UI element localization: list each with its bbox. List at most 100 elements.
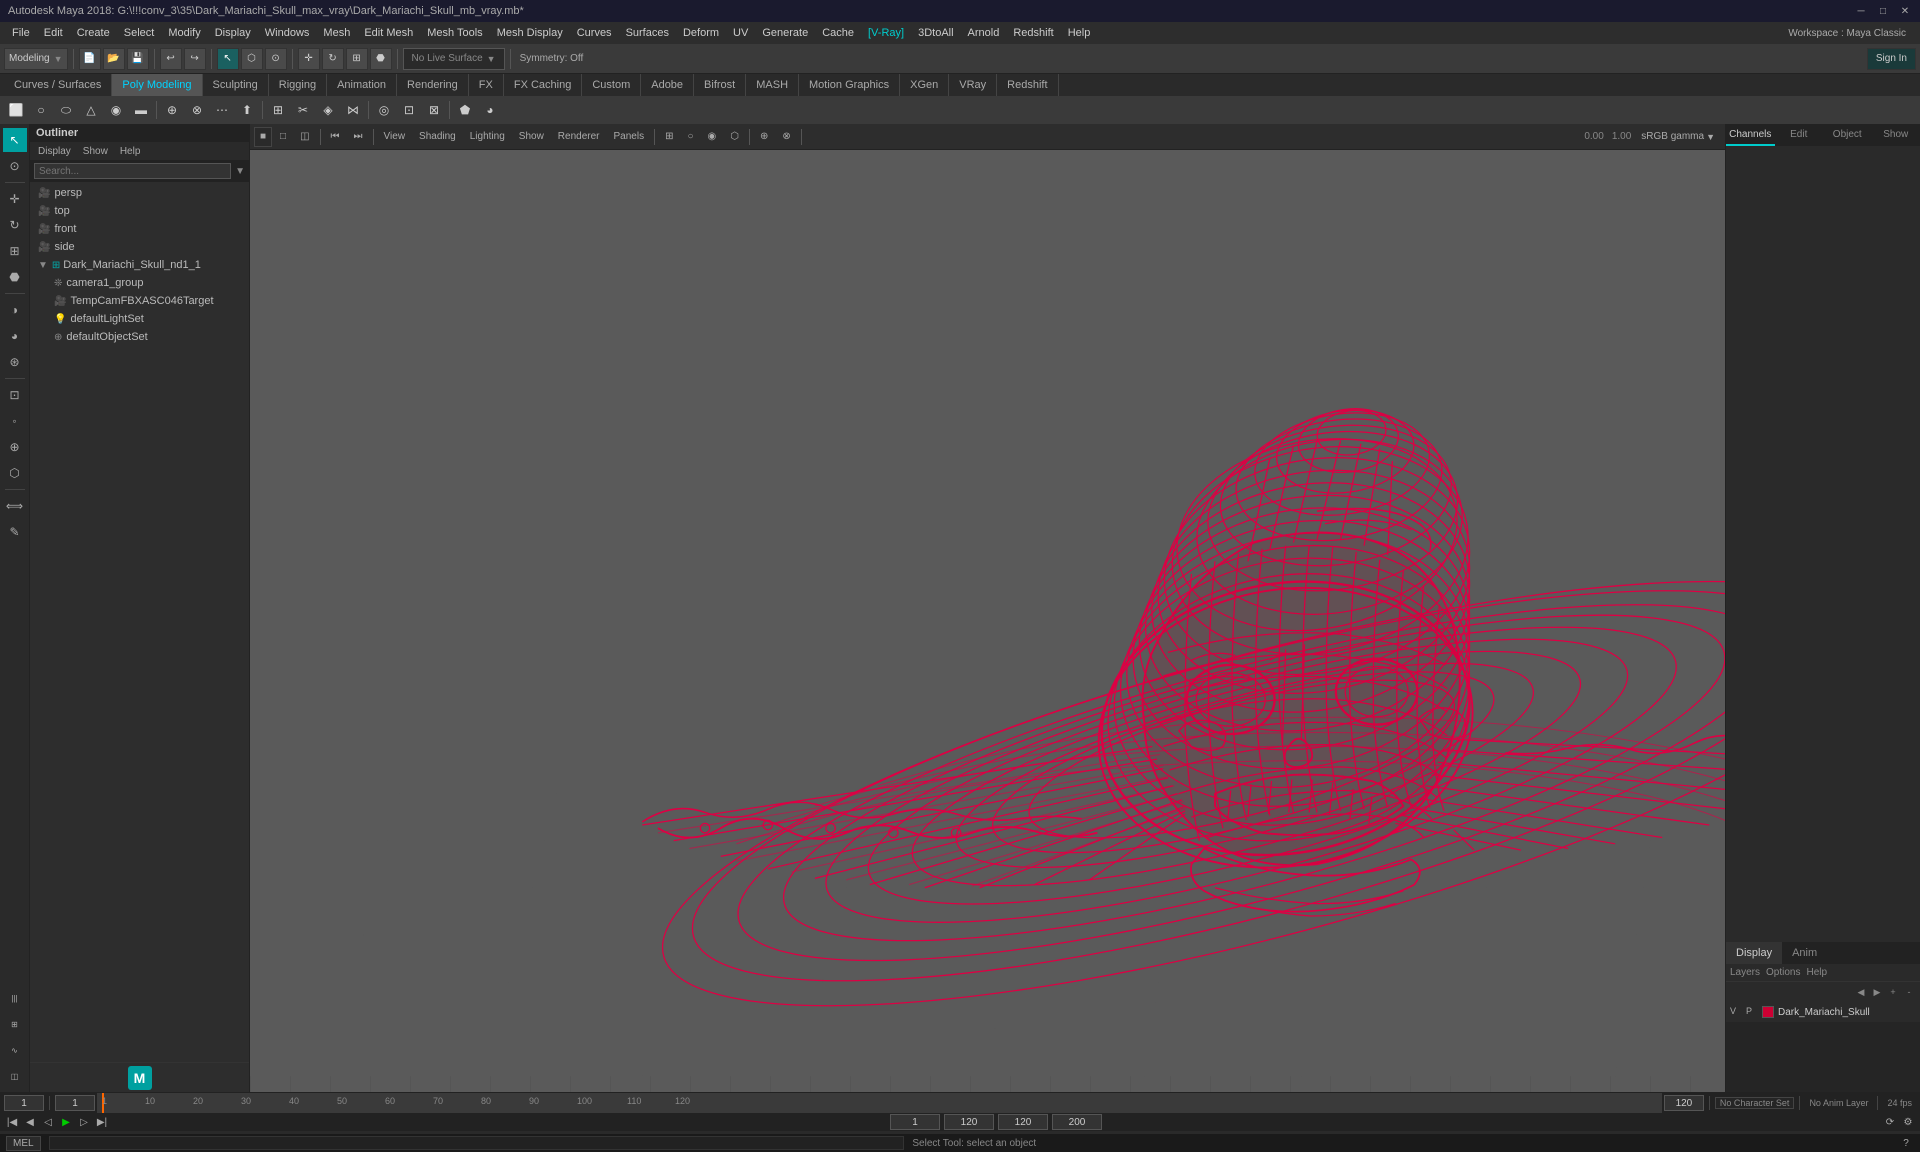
shelf-sculpt[interactable]: ◕ <box>478 99 502 121</box>
anim-start-input[interactable] <box>890 1114 940 1130</box>
shelf-separate[interactable]: ⊗ <box>185 99 209 121</box>
shelf-extrude[interactable]: ⬆ <box>235 99 259 121</box>
minimize-btn[interactable]: ─ <box>1854 4 1868 18</box>
tool-snap-surface[interactable]: ⬡ <box>3 461 27 485</box>
vp-shading-btn[interactable]: ■ <box>254 127 272 147</box>
tab-bifrost[interactable]: Bifrost <box>694 74 746 96</box>
viewport-canvas[interactable]: front persp x y z <box>250 150 1725 1092</box>
tab-fx[interactable]: FX <box>469 74 504 96</box>
outliner-item-lightset[interactable]: 💡 defaultLightSet <box>30 310 249 328</box>
vp-wireframe-btn[interactable]: □ <box>274 127 292 147</box>
shading-menu[interactable]: Shading <box>413 127 462 147</box>
tab-custom[interactable]: Custom <box>582 74 641 96</box>
menu-mesh-display[interactable]: Mesh Display <box>491 25 569 41</box>
menu-arnold[interactable]: Arnold <box>962 25 1006 41</box>
outliner-tab-help[interactable]: Help <box>116 146 145 157</box>
tool-channels[interactable]: ||| <box>3 986 27 1010</box>
layer-prev-btn[interactable]: ◀ <box>1854 985 1868 999</box>
step-back-btn[interactable]: ◀ <box>22 1115 38 1129</box>
lighting-menu[interactable]: Lighting <box>464 127 511 147</box>
play-forward-btn[interactable]: ▶ <box>58 1115 74 1129</box>
menu-help[interactable]: Help <box>1062 25 1097 41</box>
tool-snap-grid[interactable]: ⊡ <box>3 383 27 407</box>
search-options[interactable]: ▼ <box>235 166 245 177</box>
gamma-menu[interactable]: sRGB gamma ▼ <box>1635 127 1721 147</box>
da-tab-display[interactable]: Display <box>1726 942 1782 964</box>
menu-windows[interactable]: Windows <box>259 25 316 41</box>
shelf-sphere[interactable]: ○ <box>29 99 53 121</box>
open-btn[interactable]: 📂 <box>103 48 125 70</box>
play-back-btn[interactable]: ◁ <box>40 1115 56 1129</box>
da-tab-anim[interactable]: Anim <box>1782 942 1827 964</box>
ch-tab-edit[interactable]: Edit <box>1775 124 1824 146</box>
menu-cache[interactable]: Cache <box>816 25 860 41</box>
menu-edit-mesh[interactable]: Edit Mesh <box>358 25 419 41</box>
menu-mesh-tools[interactable]: Mesh Tools <box>421 25 488 41</box>
total-frames-input[interactable] <box>1052 1114 1102 1130</box>
maximize-btn[interactable]: □ <box>1876 4 1890 18</box>
vp-prev-frame[interactable]: ⏮ <box>325 127 346 147</box>
go-start-btn[interactable]: |◀ <box>4 1115 20 1129</box>
menu-deform[interactable]: Deform <box>677 25 725 41</box>
vp-xray-btn[interactable]: ◫ <box>294 127 315 147</box>
vp-icon-5[interactable]: ⊕ <box>754 127 774 147</box>
outliner-item-top[interactable]: 🎥 top <box>30 202 249 220</box>
menu-curves[interactable]: Curves <box>571 25 618 41</box>
menu-modify[interactable]: Modify <box>162 25 206 41</box>
sign-in-btn[interactable]: Sign In <box>1867 48 1916 70</box>
paint-btn[interactable]: ⊙ <box>265 48 287 70</box>
loop-btn[interactable]: ⟳ <box>1882 1115 1898 1129</box>
tool-shape-editor[interactable]: ∿ <box>3 1038 27 1062</box>
tab-motion-graphics[interactable]: Motion Graphics <box>799 74 900 96</box>
ch-tab-object[interactable]: Object <box>1823 124 1872 146</box>
shelf-cone[interactable]: △ <box>79 99 103 121</box>
rotate-btn[interactable]: ↻ <box>322 48 344 70</box>
search-input[interactable] <box>34 163 231 179</box>
outliner-item-camera-group[interactable]: ❊ camera1_group <box>30 274 249 292</box>
layer-vp-toggle[interactable]: V <box>1730 1006 1742 1018</box>
timeline-track[interactable]: 1 10 20 30 40 50 60 70 80 90 100 110 120 <box>97 1093 1662 1113</box>
shelf-insert-edge[interactable]: ⊞ <box>266 99 290 121</box>
renderer-menu[interactable]: Renderer <box>552 127 606 147</box>
shelf-combine[interactable]: ⊕ <box>160 99 184 121</box>
tab-mash[interactable]: MASH <box>746 74 799 96</box>
menu-mesh[interactable]: Mesh <box>317 25 356 41</box>
current-frame-input[interactable] <box>4 1095 44 1111</box>
playback-settings-btn[interactable]: ⚙ <box>1900 1115 1916 1129</box>
tool-annotate[interactable]: ✎ <box>3 520 27 544</box>
shelf-bevel[interactable]: ◈ <box>316 99 340 121</box>
no-character-set[interactable]: No Character Set <box>1715 1097 1795 1109</box>
tab-poly-modeling[interactable]: Poly Modeling <box>112 74 202 96</box>
outliner-item-side[interactable]: 🎥 side <box>30 238 249 256</box>
outliner-tab-show[interactable]: Show <box>79 146 112 157</box>
outliner-tab-display[interactable]: Display <box>34 146 75 157</box>
shelf-quad-draw[interactable]: ⬟ <box>453 99 477 121</box>
shelf-cylinder[interactable]: ⬭ <box>54 99 78 121</box>
layer-subtab-help[interactable]: Help <box>1806 967 1827 978</box>
outliner-item-objectset[interactable]: ⊕ defaultObjectSet <box>30 328 249 346</box>
shelf-merge[interactable]: ◎ <box>372 99 396 121</box>
tool-snap-point[interactable]: ⊕ <box>3 435 27 459</box>
end-frame-input[interactable] <box>1664 1095 1704 1111</box>
tool-move[interactable]: ✛ <box>3 187 27 211</box>
vp-icon-6[interactable]: ⊗ <box>776 127 796 147</box>
step-forward-btn[interactable]: ▷ <box>76 1115 92 1129</box>
tool-snap-curve[interactable]: ◦ <box>3 409 27 433</box>
tab-redshift[interactable]: Redshift <box>997 74 1058 96</box>
tool-select[interactable]: ↖ <box>3 128 27 152</box>
panels-menu[interactable]: Panels <box>608 127 651 147</box>
tool-measure[interactable]: ⟺ <box>3 494 27 518</box>
move-btn[interactable]: ✛ <box>298 48 320 70</box>
menu-select[interactable]: Select <box>118 25 161 41</box>
mel-button[interactable]: MEL <box>6 1136 41 1151</box>
universal-btn[interactable]: ⬣ <box>370 48 392 70</box>
anim-end-input[interactable] <box>998 1114 1048 1130</box>
redo-btn[interactable]: ↪ <box>184 48 206 70</box>
menu-file[interactable]: File <box>6 25 36 41</box>
shelf-target-weld[interactable]: ⊡ <box>397 99 421 121</box>
menu-vray[interactable]: [V-Ray] <box>862 25 910 41</box>
tool-sculpt-tool[interactable]: ◕ <box>3 324 27 348</box>
tab-fx-caching[interactable]: FX Caching <box>504 74 582 96</box>
tab-sculpting[interactable]: Sculpting <box>203 74 269 96</box>
vp-icon-4[interactable]: ⬡ <box>724 127 745 147</box>
